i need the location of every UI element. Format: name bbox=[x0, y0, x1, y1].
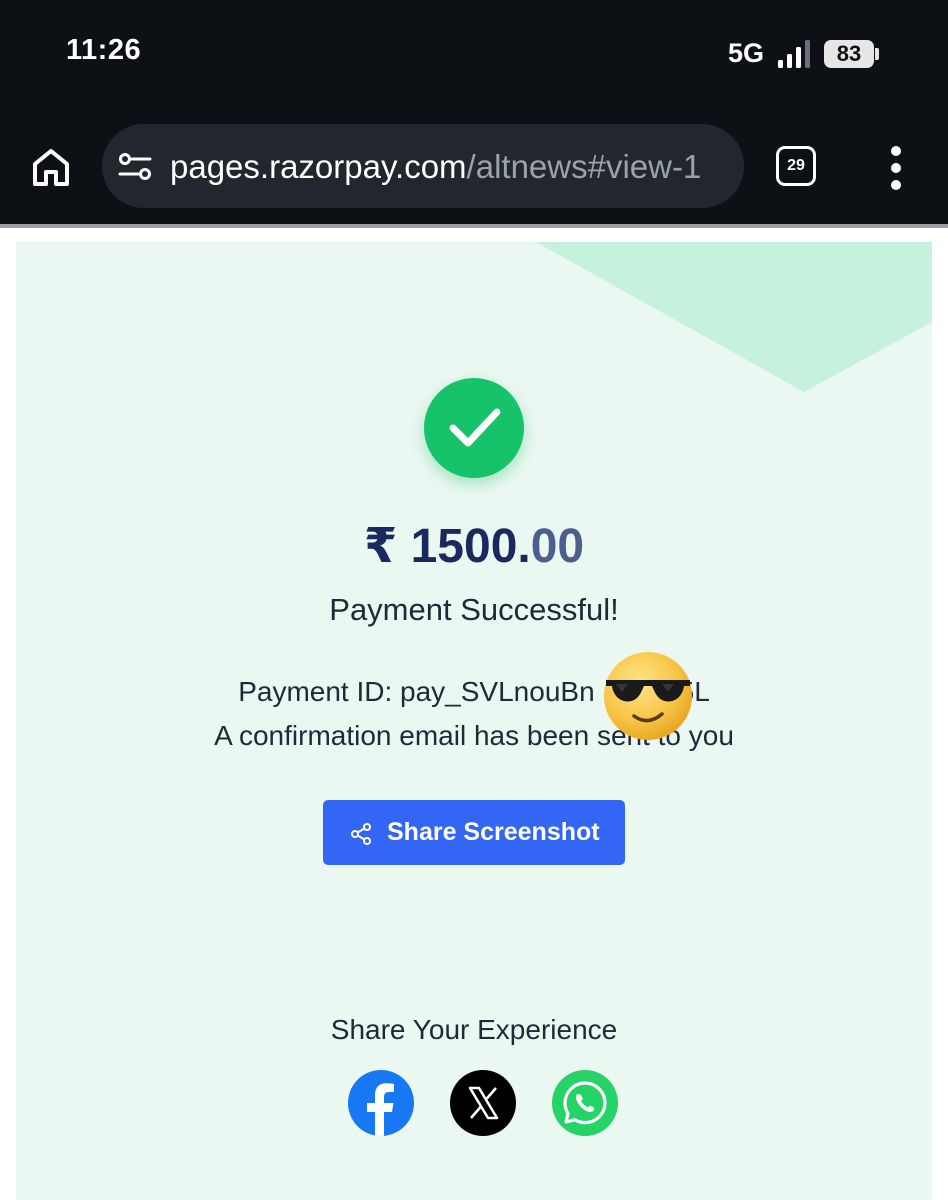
toolbar-divider bbox=[0, 224, 948, 228]
tab-count: 29 bbox=[787, 157, 805, 174]
whatsapp-icon[interactable] bbox=[552, 1070, 618, 1136]
status-bar: 11:26 5G 83 bbox=[0, 0, 948, 110]
browser-toolbar: pages.razorpay.com/altnews#view-1 29 bbox=[0, 110, 948, 224]
home-icon[interactable] bbox=[30, 146, 72, 188]
network-type: 5G bbox=[728, 38, 765, 68]
share-button-label: Share Screenshot bbox=[387, 818, 600, 846]
success-check-icon bbox=[424, 378, 524, 478]
status-time: 11:26 bbox=[66, 34, 142, 66]
sunglasses-emoji-icon bbox=[604, 652, 692, 740]
share-experience-title: Share Your Experience bbox=[330, 1014, 618, 1045]
share-icon bbox=[351, 823, 371, 845]
confirmation-message: A confirmation email has been sent to yo… bbox=[214, 720, 734, 751]
address-bar[interactable]: pages.razorpay.com/altnews#view-1 bbox=[102, 124, 744, 208]
amount-whole: 1500. bbox=[410, 520, 531, 573]
facebook-icon[interactable] bbox=[348, 1070, 414, 1136]
share-screenshot-button[interactable]: Share Screenshot bbox=[323, 800, 625, 865]
payment-success-card: ₹ 1500.00 Payment Successful! Payment ID… bbox=[16, 242, 932, 1200]
url-host: pages.razorpay.com bbox=[170, 148, 467, 185]
currency-symbol: ₹ bbox=[363, 520, 398, 573]
battery-level: 83 bbox=[836, 41, 862, 66]
payment-status: Payment Successful! bbox=[329, 592, 619, 627]
tab-switcher-button[interactable]: 29 bbox=[776, 146, 816, 186]
payment-amount: ₹ 1500.00 bbox=[16, 518, 932, 574]
url-text[interactable]: pages.razorpay.com/altnews#view-1 bbox=[170, 148, 732, 186]
amount-decimal: 00 bbox=[530, 520, 585, 573]
battery-icon: 83 bbox=[824, 40, 880, 68]
url-path: /altnews#view-1 bbox=[466, 148, 702, 185]
site-settings-icon[interactable] bbox=[118, 152, 152, 182]
x-icon[interactable] bbox=[450, 1070, 516, 1136]
signal-icon bbox=[778, 40, 810, 68]
more-menu-icon[interactable] bbox=[884, 146, 910, 190]
payment-id: Payment ID: pay_SVLnouBn 5L bbox=[238, 676, 710, 707]
